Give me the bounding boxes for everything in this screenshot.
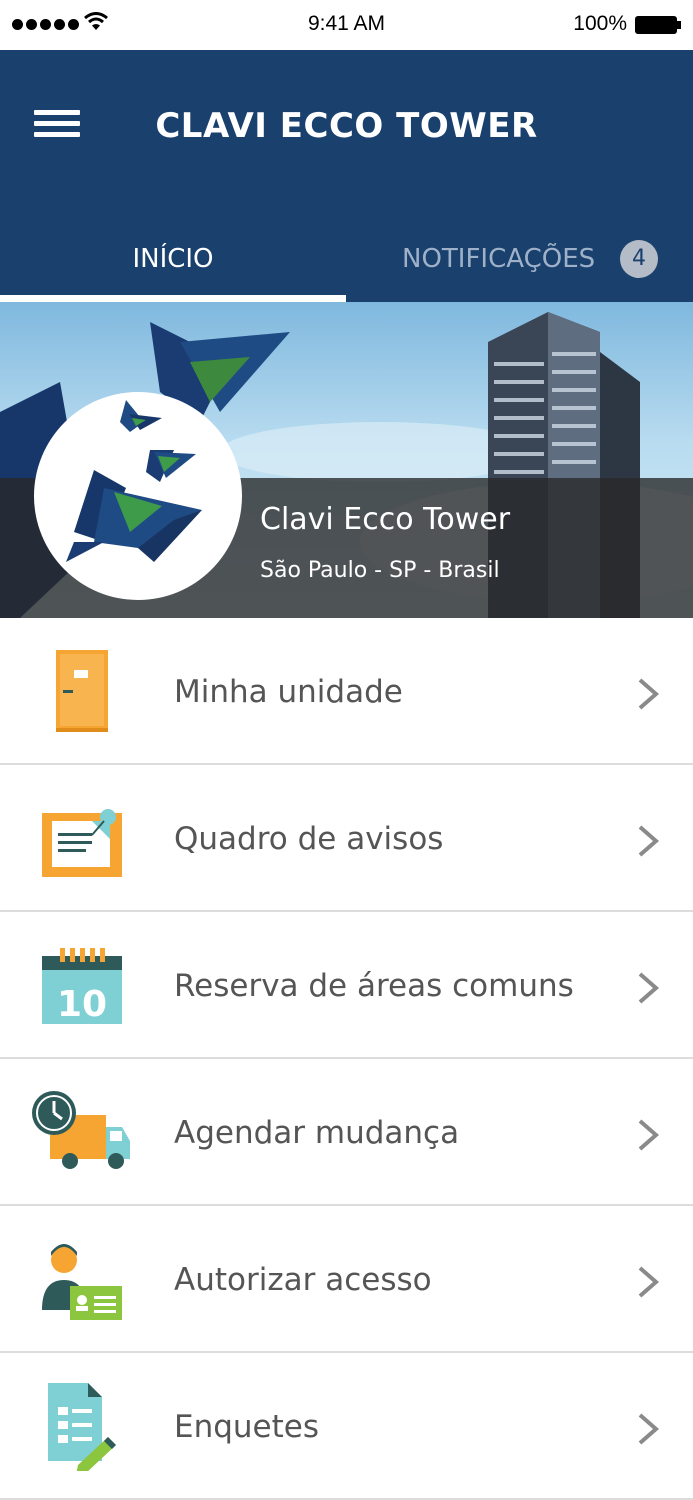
battery-percent: 100% [573, 12, 627, 35]
origami-birds-logo-icon [66, 400, 202, 562]
app-header: CLAVI ECCO TOWER INÍCIO NOTIFICAÇÕES 4 [0, 50, 693, 302]
notification-count-badge: 4 [620, 240, 658, 278]
building-logo [34, 392, 242, 600]
menu-item-label: Minha unidade [174, 674, 403, 710]
app-title: CLAVI ECCO TOWER [155, 106, 538, 146]
building-location: São Paulo - SP - Brasil [260, 558, 500, 583]
menu-item-label: Reserva de áreas comuns [174, 968, 574, 1004]
chevron-right-icon [638, 972, 660, 1004]
chevron-right-icon [638, 1266, 660, 1298]
door-icon [56, 650, 108, 732]
menu-item-label: Autorizar acesso [174, 1262, 432, 1298]
tab-notificacoes[interactable]: NOTIFICAÇÕES 4 [346, 236, 693, 302]
building-banner: Clavi Ecco Tower São Paulo - SP - Brasil [0, 302, 693, 618]
access-card-icon [42, 1244, 122, 1320]
chevron-right-icon [638, 825, 660, 857]
survey-icon [48, 1383, 116, 1471]
menu-item-label: Quadro de avisos [174, 821, 444, 857]
menu-item-label: Agendar mudança [174, 1115, 460, 1151]
menu-item-reserva-areas-comuns[interactable]: 10 Reserva de áreas comuns [0, 912, 693, 1059]
calendar-day-number: 10 [57, 984, 107, 1025]
menu-item-label: Enquetes [174, 1409, 320, 1445]
menu-item-quadro-de-avisos[interactable]: Quadro de avisos [0, 765, 693, 912]
notice-board-icon [42, 809, 122, 877]
active-tab-indicator [0, 295, 346, 302]
menu-item-enquetes[interactable]: Enquetes [0, 1353, 693, 1500]
battery-icon [635, 16, 681, 34]
tab-inicio[interactable]: INÍCIO [0, 236, 346, 302]
chevron-right-icon [638, 678, 660, 710]
building-name: Clavi Ecco Tower [260, 502, 511, 537]
tab-inicio-label: INÍCIO [132, 244, 214, 274]
main-menu-list: Minha unidade Quadro de avisos 10 Reserv… [0, 618, 693, 1500]
moving-truck-icon [32, 1091, 130, 1169]
chevron-right-icon [638, 1119, 660, 1151]
menu-item-minha-unidade[interactable]: Minha unidade [0, 618, 693, 765]
tab-notificacoes-label: NOTIFICAÇÕES [402, 244, 596, 274]
calendar-icon: 10 [42, 948, 122, 1025]
menu-item-agendar-mudanca[interactable]: Agendar mudança [0, 1059, 693, 1206]
status-bar: 9:41 AM 100% [0, 0, 693, 50]
chevron-right-icon [638, 1413, 660, 1445]
menu-item-autorizar-acesso[interactable]: Autorizar acesso [0, 1206, 693, 1353]
